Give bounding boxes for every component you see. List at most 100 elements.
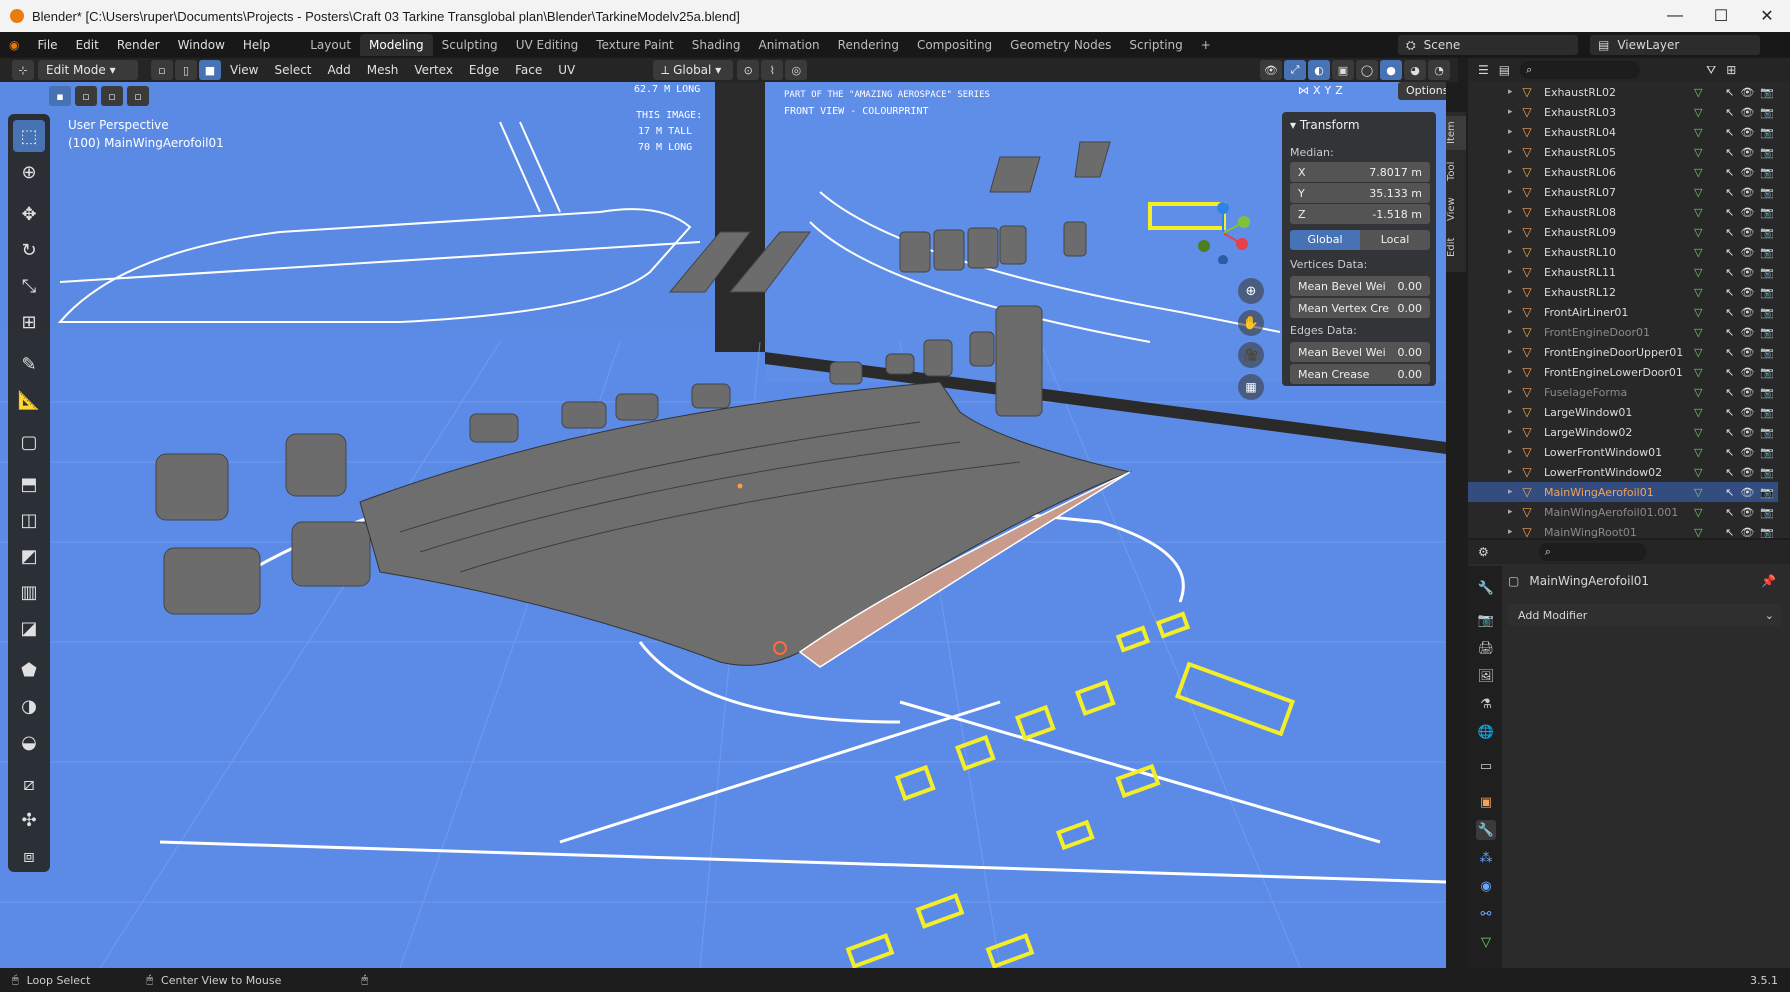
scene-selector[interactable]: ⛭ Scene [1398,35,1578,55]
outliner-item-name[interactable]: ExhaustRL11 [1544,266,1694,279]
menu-mesh[interactable]: Mesh [359,59,407,81]
visibility-eye-icon[interactable]: 👁 [1740,306,1754,319]
render-camera-icon[interactable]: 📷 [1760,386,1774,399]
add-workspace-button[interactable]: + [1192,34,1220,56]
expand-arrow-icon[interactable]: ▸ [1508,227,1513,237]
expand-arrow-icon[interactable]: ▸ [1508,107,1513,117]
transform-panel-title[interactable]: ▾ Transform [1290,118,1360,132]
properties-search-input[interactable]: ⌕ [1538,543,1647,561]
camera-view-icon[interactable]: 🎥 [1238,342,1264,368]
outliner-item-name[interactable]: ExhaustRL05 [1544,146,1694,159]
navigation-gizmo[interactable] [1192,202,1254,265]
blender-menu-icon[interactable]: ◉ [0,34,28,56]
overlay-icon[interactable]: ◐ [1308,60,1330,80]
visibility-eye-icon[interactable]: 👁 [1740,166,1754,179]
mirror-z[interactable]: Z [1335,84,1343,97]
loop-cut-tool-icon[interactable]: ▥ [13,576,45,608]
select-toggle-icon[interactable]: ↖ [1725,386,1734,399]
tab-sculpting[interactable]: Sculpting [433,34,507,56]
median-x-field[interactable]: X 7.8017 m [1290,162,1430,182]
tab-uv-editing[interactable]: UV Editing [507,34,588,56]
render-camera-icon[interactable]: 📷 [1760,146,1774,159]
render-camera-icon[interactable]: 📷 [1760,206,1774,219]
expand-arrow-icon[interactable]: ▸ [1508,427,1513,437]
solid-shading-icon[interactable]: ● [1380,60,1402,80]
physics-properties-icon[interactable]: ◉ [1476,876,1496,896]
expand-arrow-icon[interactable]: ▸ [1508,307,1513,317]
outliner-item[interactable]: ▸ ▽ ExhaustRL04 ▽ ↖ 👁 📷 [1468,122,1778,142]
menu-view[interactable]: View [222,59,266,81]
visibility-eye-icon[interactable]: 👁 [1740,366,1754,379]
select-toggle-icon[interactable]: ↖ [1725,526,1734,539]
outliner-item-name[interactable]: FrontEngineDoorUpper01 [1544,346,1694,359]
render-camera-icon[interactable]: 📷 [1760,446,1774,459]
maximize-button[interactable]: ☐ [1698,0,1744,32]
proportional-edit-icon[interactable]: ◎ [785,60,808,80]
visibility-eye-icon[interactable]: 👁 [1740,506,1754,519]
outliner-item-name[interactable]: MainWingAerofoil01.001 [1544,506,1694,519]
outliner-item-name[interactable]: ExhaustRL07 [1544,186,1694,199]
close-button[interactable]: ✕ [1744,0,1790,32]
render-camera-icon[interactable]: 📷 [1760,266,1774,279]
outliner-item[interactable]: ▸ ▽ LowerFrontWindow02 ▽ ↖ 👁 📷 [1468,462,1778,482]
visibility-eye-icon[interactable]: 👁 [1740,426,1754,439]
render-camera-icon[interactable]: 📷 [1760,326,1774,339]
outliner-item-name[interactable]: FrontAirLiner01 [1544,306,1694,319]
visibility-eye-icon[interactable]: 👁 [1740,406,1754,419]
outliner-item-name[interactable]: ExhaustRL06 [1544,166,1694,179]
material-shading-icon[interactable]: ◕ [1404,60,1426,80]
outliner-item[interactable]: ▸ ▽ ExhaustRL08 ▽ ↖ 👁 📷 [1468,202,1778,222]
select-toggle-icon[interactable]: ↖ [1725,86,1734,99]
xray-icon[interactable]: ▣ [1332,60,1354,80]
expand-arrow-icon[interactable]: ▸ [1508,527,1513,537]
visibility-eye-icon[interactable]: 👁 [1740,486,1754,499]
expand-arrow-icon[interactable]: ▸ [1508,87,1513,97]
outliner-item[interactable]: ▸ ▽ FrontEngineDoor01 ▽ ↖ 👁 📷 [1468,322,1778,342]
bevel-tool-icon[interactable]: ◩ [13,540,45,572]
select-toggle-icon[interactable]: ↖ [1725,126,1734,139]
select-toggle-icon[interactable]: ↖ [1725,366,1734,379]
median-z-field[interactable]: Z -1.518 m [1290,204,1430,224]
shear-tool-icon[interactable]: ⧈ [13,840,45,872]
wireframe-shading-icon[interactable]: ◯ [1356,60,1378,80]
inset-tool-icon[interactable]: ◫ [13,504,45,536]
select-toggle-icon[interactable]: ↖ [1725,206,1734,219]
visibility-eye-icon[interactable]: 👁 [1740,326,1754,339]
render-camera-icon[interactable]: 📷 [1760,366,1774,379]
cursor-tool-icon[interactable]: ⊕ [13,156,45,188]
outliner-item[interactable]: ▸ ▽ ExhaustRL03 ▽ ↖ 👁 📷 [1468,102,1778,122]
render-camera-icon[interactable]: 📷 [1760,426,1774,439]
expand-arrow-icon[interactable]: ▸ [1508,147,1513,157]
annotate-tool-icon[interactable]: ✎ [13,348,45,380]
poly-build-tool-icon[interactable]: ⬟ [13,654,45,686]
select-toggle-icon[interactable]: ↖ [1725,426,1734,439]
expand-arrow-icon[interactable]: ▸ [1508,447,1513,457]
outliner-item[interactable]: ▸ ▽ LargeWindow02 ▽ ↖ 👁 📷 [1468,422,1778,442]
face-select-icon[interactable]: ■ [199,60,221,80]
expand-arrow-icon[interactable]: ▸ [1508,327,1513,337]
pin-icon[interactable]: 📌 [1761,574,1776,588]
outliner-item-name[interactable]: LargeWindow02 [1544,426,1694,439]
outliner-item[interactable]: ▸ ▽ MainWingAerofoil01 ▽ ↖ 👁 📷 [1468,482,1778,502]
select-toggle-icon[interactable]: ↖ [1725,486,1734,499]
render-camera-icon[interactable]: 📷 [1760,526,1774,539]
render-camera-icon[interactable]: 📷 [1760,346,1774,359]
expand-arrow-icon[interactable]: ▸ [1508,367,1513,377]
set-selection-icon[interactable]: ▪ [49,86,71,106]
expand-arrow-icon[interactable]: ▸ [1508,347,1513,357]
view-layer-properties-icon[interactable]: 🖼 [1476,666,1496,686]
render-camera-icon[interactable]: 📷 [1760,306,1774,319]
perspective-toggle-icon[interactable]: ▦ [1238,374,1264,400]
move-tool-icon[interactable]: ✥ [13,198,45,230]
outliner-item[interactable]: ▸ ▽ FrontEngineDoorUpper01 ▽ ↖ 👁 📷 [1468,342,1778,362]
visibility-eye-icon[interactable]: 👁 [1740,346,1754,359]
expand-arrow-icon[interactable]: ▸ [1508,467,1513,477]
menu-edit[interactable]: Edit [67,34,108,56]
tab-edit[interactable]: Edit [1446,230,1466,264]
outliner-item[interactable]: ▸ ▽ ExhaustRL02 ▽ ↖ 👁 📷 [1468,82,1778,102]
render-camera-icon[interactable]: 📷 [1760,166,1774,179]
outliner-item[interactable]: ▸ ▽ LargeWindow01 ▽ ↖ 👁 📷 [1468,402,1778,422]
collection-properties-icon[interactable]: ▭ [1476,756,1496,776]
extrude-tool-icon[interactable]: ⬒ [13,468,45,500]
tab-view[interactable]: View [1446,192,1466,226]
